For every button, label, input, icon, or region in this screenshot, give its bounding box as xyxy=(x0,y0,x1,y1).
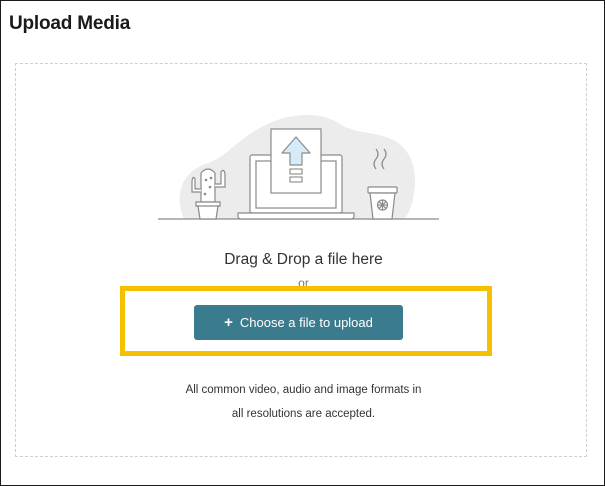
formats-line-2: all resolutions are accepted. xyxy=(231,408,376,420)
upload-document-icon xyxy=(270,128,322,194)
choose-file-button-label: Choose a file to upload xyxy=(239,315,373,330)
drag-drop-text: Drag & Drop a file here xyxy=(224,251,383,268)
page-title: Upload Media xyxy=(9,13,131,34)
or-separator: or xyxy=(298,276,309,286)
upload-media-panel: Upload Media Drag & Drop a file here or … xyxy=(0,0,605,486)
accepted-formats-note: All common video, audio and image format… xyxy=(1,378,605,426)
plus-icon: + xyxy=(224,314,233,331)
formats-line-1: All common video, audio and image format… xyxy=(185,384,422,396)
choose-file-button[interactable]: + Choose a file to upload xyxy=(194,305,403,340)
laptop-upload-illustration xyxy=(158,115,439,220)
